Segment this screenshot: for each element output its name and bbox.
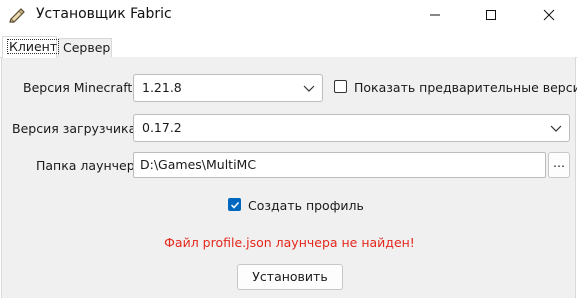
launcher-folder-value: D:\Games\MultiMC [140, 157, 257, 172]
chevron-down-icon [550, 125, 562, 132]
show-snapshots-checkbox[interactable] [334, 80, 347, 93]
tab-server[interactable]: Сервер [58, 38, 112, 57]
checkmark-icon [230, 201, 239, 209]
create-profile-checkbox[interactable] [228, 198, 241, 211]
maximize-button[interactable] [468, 0, 514, 30]
launcher-folder-input[interactable]: D:\Games\MultiMC [133, 152, 546, 178]
minimize-icon [430, 14, 440, 16]
client-panel: Версия Minecraft: 1.21.8 Показать предва… [1, 57, 577, 298]
create-profile-label[interactable]: Создать профиль [248, 198, 364, 213]
minecraft-version-label: Версия Minecraft: [23, 80, 137, 95]
error-message: Файл profile.json лаунчера не найден! [164, 235, 415, 250]
show-snapshots-label[interactable]: Показать предварительные версии [354, 80, 577, 95]
close-icon [543, 9, 555, 21]
loader-version-dropdown[interactable]: 0.17.2 [133, 114, 570, 142]
launcher-folder-label: Папка лаунчера: [36, 158, 147, 173]
title-bar[interactable]: Установщик Fabric [0, 0, 577, 30]
install-button-label: Установить [252, 269, 328, 284]
window-title: Установщик Fabric [36, 6, 172, 22]
loader-version-value: 0.17.2 [142, 120, 182, 135]
maximize-icon [486, 10, 496, 20]
tab-server-label: Сервер [63, 40, 111, 55]
tab-client-label: Клиент [7, 39, 60, 54]
minecraft-version-value: 1.21.8 [142, 80, 182, 95]
fabric-scroll-icon [8, 7, 26, 25]
install-button[interactable]: Установить [237, 264, 343, 290]
minecraft-version-dropdown[interactable]: 1.21.8 [133, 74, 323, 102]
browse-button[interactable]: ... [548, 152, 570, 178]
loader-version-label: Версия загрузчика: [12, 121, 141, 136]
tab-client[interactable]: Клиент [2, 36, 60, 58]
close-button[interactable] [526, 0, 572, 30]
minimize-button[interactable] [412, 0, 458, 30]
chevron-down-icon [303, 85, 315, 92]
browse-button-label: ... [553, 155, 565, 170]
